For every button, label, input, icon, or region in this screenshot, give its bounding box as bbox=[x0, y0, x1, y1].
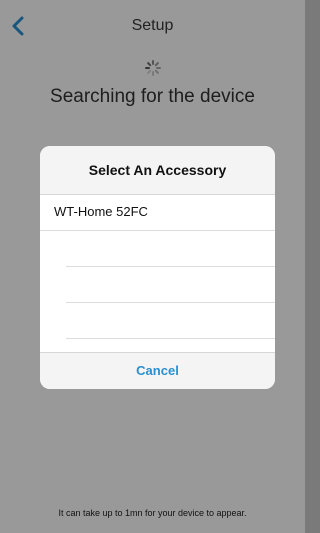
accessory-item-label: WT-Home 52FC bbox=[54, 204, 148, 219]
select-accessory-dialog: Select An Accessory WT-Home 52FC Cancel bbox=[40, 146, 275, 389]
accessory-item-empty bbox=[66, 303, 275, 339]
cancel-button[interactable]: Cancel bbox=[40, 352, 275, 389]
accessory-list: WT-Home 52FC bbox=[40, 194, 275, 357]
accessory-item-empty bbox=[66, 231, 275, 267]
dialog-title: Select An Accessory bbox=[40, 146, 275, 194]
accessory-item[interactable]: WT-Home 52FC bbox=[40, 195, 275, 231]
accessory-item-empty bbox=[66, 267, 275, 303]
